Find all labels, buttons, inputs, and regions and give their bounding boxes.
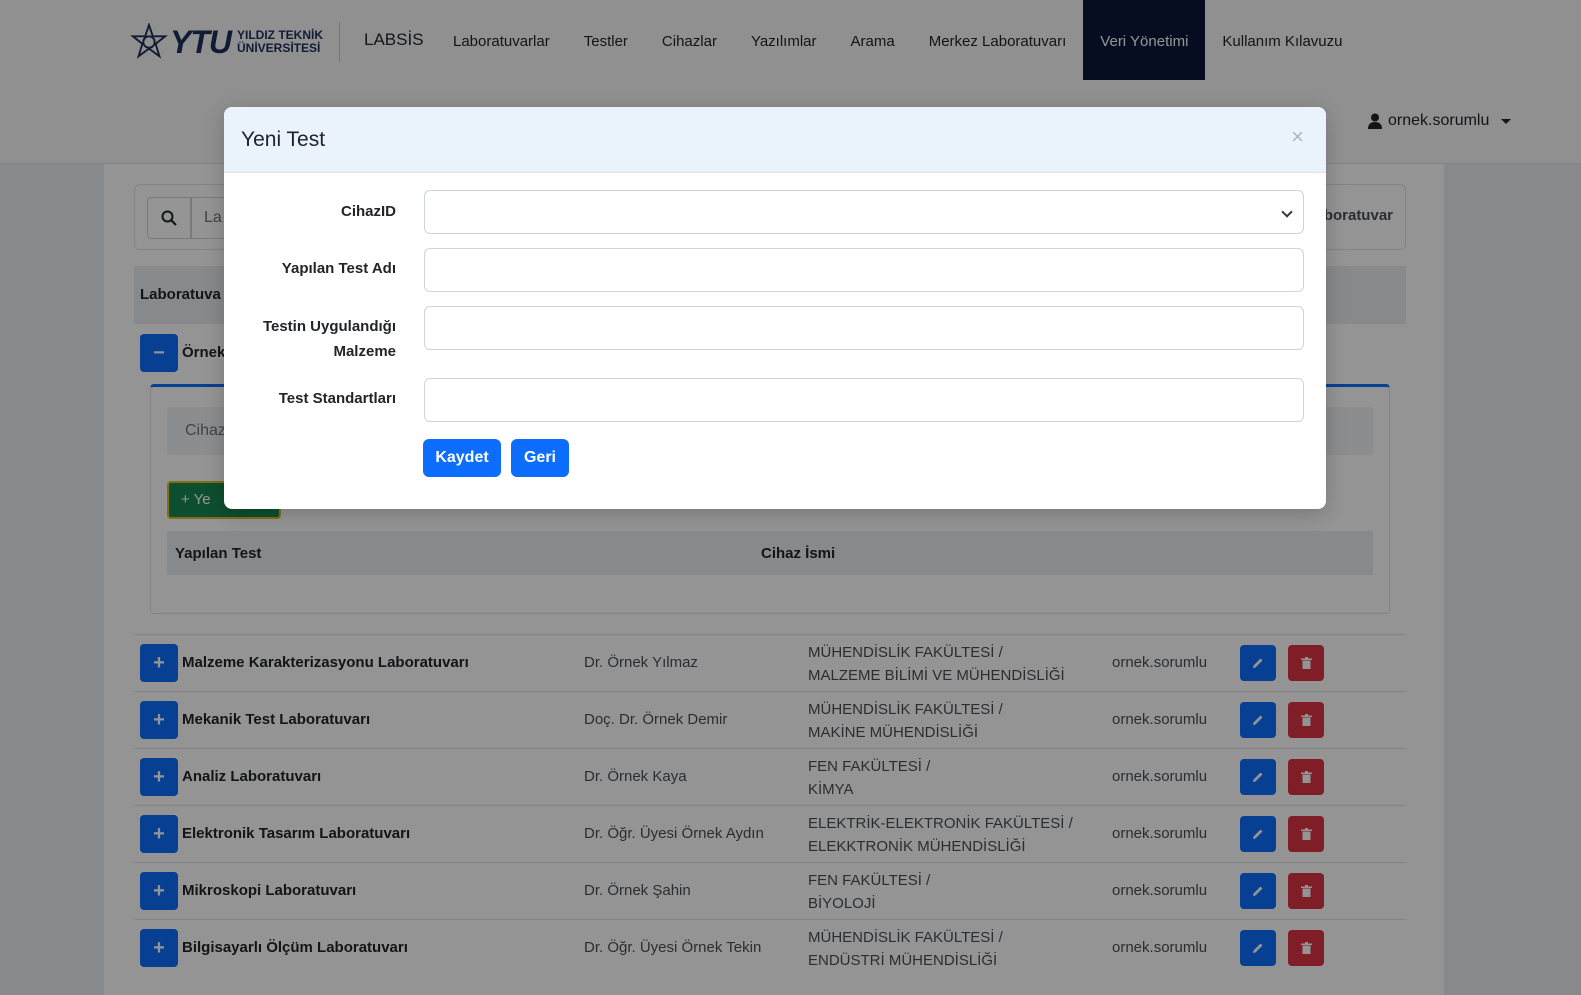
test-standartlari-input[interactable]: [424, 378, 1304, 422]
malzeme-input[interactable]: [424, 306, 1304, 350]
malzeme-label: Testin Uygulandığı Malzeme: [262, 318, 396, 360]
save-button[interactable]: Kaydet: [423, 439, 501, 477]
cihaz-id-select[interactable]: [424, 190, 1304, 234]
test-adi-label: Yapılan Test Adı: [281, 260, 396, 277]
chevron-down-icon: [1281, 206, 1293, 218]
test-adi-input[interactable]: [424, 248, 1304, 292]
new-test-modal: Yeni Test × CihazID Yapılan Test Adı Tes…: [224, 107, 1326, 509]
modal-header: Yeni Test ×: [224, 107, 1326, 173]
close-icon[interactable]: ×: [1291, 124, 1304, 150]
back-button[interactable]: Geri: [511, 439, 569, 477]
test-standartlari-label: Test Standartları: [278, 390, 396, 407]
cihaz-id-label: CihazID: [340, 203, 396, 220]
modal-title: Yeni Test: [241, 128, 326, 151]
